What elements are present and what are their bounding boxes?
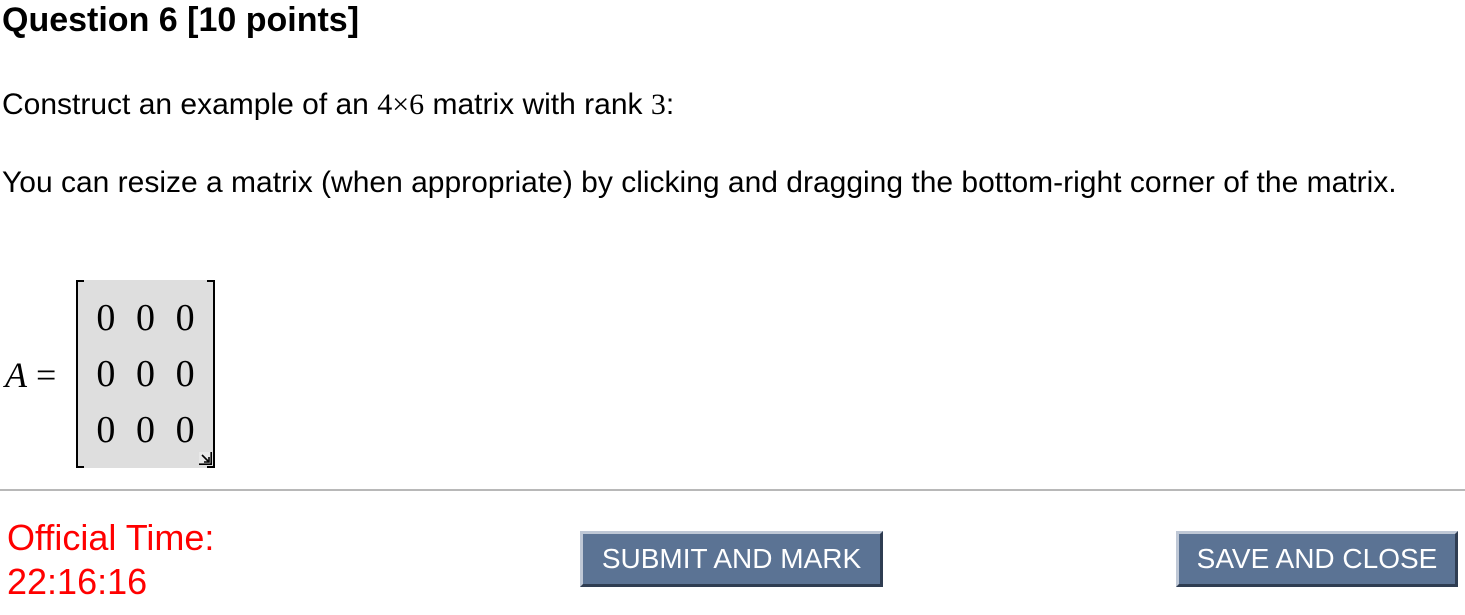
matrix-cell-r1-c1[interactable]: 0 <box>86 290 126 346</box>
right-bracket <box>207 280 215 468</box>
resize-corner-icon[interactable] <box>199 452 212 465</box>
matrix-cell-r2-c1[interactable]: 0 <box>86 346 126 402</box>
prompt-text-start: Construct an example of an <box>2 88 378 121</box>
prompt-text-end: : <box>665 88 675 121</box>
matrix-label: A = <box>5 353 56 397</box>
matrix-cell-r2-c3[interactable]: 0 <box>165 346 205 402</box>
matrix-cell-r1-c2[interactable]: 0 <box>126 290 166 346</box>
matrix-cells: 0 0 0 0 0 0 0 0 0 <box>86 290 205 458</box>
left-bracket <box>76 280 84 468</box>
resize-hint: You can resize a matrix (when appropriat… <box>2 166 1397 199</box>
rank-value: 3 <box>650 88 666 121</box>
resize-arrow-icon <box>199 452 212 465</box>
prompt-text-middle: matrix with rank <box>424 88 651 121</box>
save-and-close-button[interactable]: SAVE AND CLOSE <box>1176 531 1458 587</box>
matrix-input[interactable]: 0 0 0 0 0 0 0 0 0 <box>76 280 215 468</box>
matrix-variable: A <box>5 355 27 395</box>
question-prompt: Construct an example of an 4×6 matrix wi… <box>2 86 674 124</box>
equals-sign: = <box>36 355 57 395</box>
footer-divider <box>0 489 1465 491</box>
submit-and-mark-button[interactable]: SUBMIT AND MARK <box>580 531 883 587</box>
matrix-cell-r3-c2[interactable]: 0 <box>126 402 166 458</box>
matrix-cell-r3-c3[interactable]: 0 <box>165 402 205 458</box>
question-title: Question 6 [10 points] <box>2 1 360 39</box>
official-time-value: 22:16:16 <box>7 561 148 602</box>
matrix-size: 4×6 <box>377 88 425 121</box>
official-time-label: Official Time: <box>7 517 215 558</box>
matrix-cell-r1-c3[interactable]: 0 <box>165 290 205 346</box>
matrix-cell-r2-c2[interactable]: 0 <box>126 346 166 402</box>
matrix-cell-r3-c1[interactable]: 0 <box>86 402 126 458</box>
